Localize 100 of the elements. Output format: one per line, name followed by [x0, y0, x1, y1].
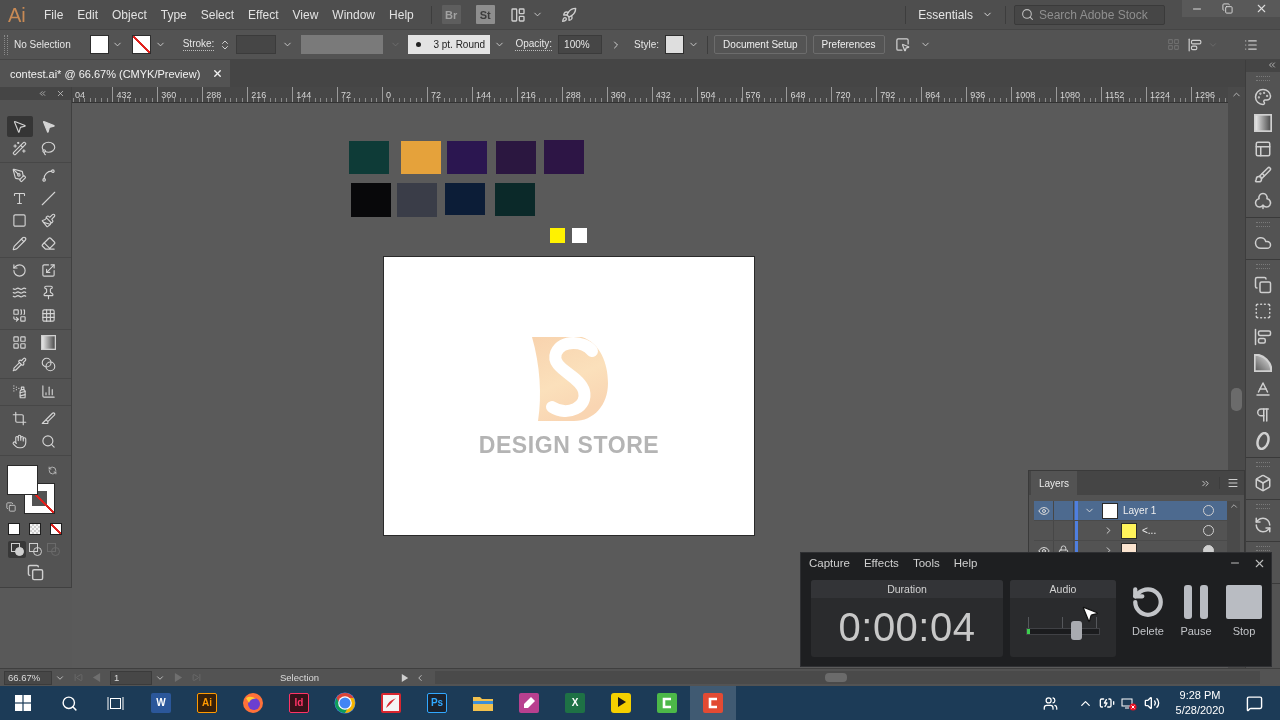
- stroke-weight-field[interactable]: [236, 35, 277, 54]
- width-profile-field[interactable]: [301, 35, 384, 54]
- slider-thumb[interactable]: [1071, 621, 1083, 640]
- cloud-icon[interactable]: [1254, 234, 1272, 252]
- menu-item[interactable]: Tools: [905, 557, 947, 569]
- grip-handle[interactable]: [1256, 504, 1270, 509]
- color-mode-button[interactable]: [8, 523, 20, 535]
- network-error-icon[interactable]: [1121, 695, 1137, 711]
- overlapping-squares-icon[interactable]: [1254, 276, 1272, 294]
- menu-item[interactable]: Window: [325, 3, 383, 26]
- taskbar-app-button[interactable]: X: [552, 686, 598, 720]
- stop-button[interactable]: Stop: [1221, 585, 1267, 637]
- document-setup-button[interactable]: Document Setup: [714, 35, 807, 54]
- artboard-number-field[interactable]: 1: [110, 670, 152, 685]
- four-panes-icon[interactable]: [15, 695, 31, 711]
- menu-item[interactable]: Object: [105, 3, 154, 26]
- workspace-switcher[interactable]: Essentials: [914, 7, 997, 22]
- menu-item[interactable]: Effects: [856, 557, 906, 569]
- overlapping-rectangles-icon[interactable]: [26, 564, 44, 581]
- ruler-label: 1080: [1060, 90, 1081, 100]
- panels-icon[interactable]: [1254, 140, 1272, 158]
- align-left-icon[interactable]: [1254, 328, 1272, 346]
- volume-icon[interactable]: [1144, 695, 1160, 711]
- volume-slider[interactable]: [1026, 615, 1100, 640]
- stroke-swatch[interactable]: [131, 35, 151, 54]
- pen-icon: [12, 168, 27, 184]
- collapse-icon[interactable]: [38, 89, 47, 98]
- layer-name: Layer 1: [1123, 505, 1157, 516]
- scroll-up-icon[interactable]: [1228, 501, 1239, 511]
- tool-button[interactable]: [6, 115, 33, 137]
- menu-item[interactable]: Edit: [70, 3, 106, 26]
- people-icon[interactable]: [1042, 695, 1058, 711]
- menu-item[interactable]: Effect: [241, 3, 286, 26]
- taskbar-app-button[interactable]: Ps: [414, 686, 460, 720]
- taskbar-app-button[interactable]: [690, 686, 736, 720]
- brush-dropdown[interactable]: 3 pt. Round: [408, 35, 491, 54]
- menu-icon[interactable]: [1244, 37, 1258, 52]
- scroll-thumb[interactable]: [825, 673, 848, 682]
- menu-icon[interactable]: [1227, 477, 1239, 489]
- draw-mode-button[interactable]: [26, 541, 44, 558]
- menu-item[interactable]: Type: [153, 3, 194, 26]
- preferences-button[interactable]: Preferences: [812, 35, 885, 54]
- grip-handle[interactable]: [1256, 76, 1270, 81]
- brush-icon[interactable]: [1254, 166, 1272, 184]
- layout-icon[interactable]: [509, 6, 526, 23]
- notification-icon[interactable]: [1245, 694, 1263, 712]
- menu-item[interactable]: File: [37, 3, 71, 26]
- circular-arrows-icon[interactable]: [1254, 516, 1272, 534]
- taskbar-app-button[interactable]: Ai: [184, 686, 230, 720]
- search-icon[interactable]: [60, 694, 78, 712]
- opacity-link[interactable]: Opacity:: [515, 38, 553, 51]
- zoom-field[interactable]: 66.67%: [4, 670, 52, 685]
- draw-mode-button[interactable]: [8, 541, 26, 558]
- scroll-thumb[interactable]: [1231, 388, 1242, 411]
- layer-row[interactable]: <...: [1034, 521, 1227, 541]
- clock-date[interactable]: 5/28/2020: [1175, 703, 1225, 718]
- pause-button[interactable]: Pause: [1173, 585, 1219, 637]
- palette-icon[interactable]: [1254, 88, 1272, 106]
- gradient-mode-button[interactable]: [29, 523, 41, 535]
- menu-item[interactable]: Help: [946, 557, 985, 569]
- fill-swatch[interactable]: [7, 465, 38, 495]
- close-icon[interactable]: [212, 68, 224, 79]
- select-similar-icon[interactable]: [894, 37, 910, 52]
- swap-icon[interactable]: [48, 466, 57, 475]
- document-tab[interactable]: contest.ai* @ 66.67% (CMYK/Preview): [0, 60, 231, 87]
- fill-swatch[interactable]: [89, 35, 109, 54]
- pilcrow-icon[interactable]: [1254, 406, 1272, 424]
- opacity-field[interactable]: 100%: [558, 35, 603, 54]
- play-icon[interactable]: [401, 673, 410, 682]
- crop-icon: [12, 411, 27, 427]
- clock-time[interactable]: 9:28 PM: [1179, 688, 1221, 703]
- grip-handle[interactable]: [1256, 546, 1270, 551]
- layers-tab[interactable]: Layers: [1031, 471, 1077, 495]
- grip-handle[interactable]: [1256, 264, 1270, 269]
- style-swatch[interactable]: [665, 35, 685, 54]
- menu-item[interactable]: View: [285, 3, 326, 26]
- dashed-square-icon[interactable]: [1254, 302, 1272, 320]
- collapse-icon[interactable]: [1267, 60, 1277, 70]
- battery-icon[interactable]: [1099, 695, 1115, 711]
- magnifier-icon: [41, 433, 56, 449]
- align-icon[interactable]: [1188, 37, 1202, 52]
- small-squares-icon[interactable]: [6, 502, 16, 512]
- rocket-icon[interactable]: [560, 6, 577, 23]
- close-icon[interactable]: [56, 89, 65, 98]
- menu-item[interactable]: Capture: [802, 557, 857, 569]
- letter-a-icon[interactable]: [1254, 380, 1272, 398]
- grip-handle[interactable]: [1256, 462, 1270, 467]
- task-view-icon[interactable]: [106, 695, 124, 711]
- club-icon[interactable]: [1254, 192, 1272, 210]
- menu-item[interactable]: Help: [382, 3, 421, 26]
- delete-button[interactable]: Delete: [1125, 585, 1171, 637]
- grip-handle[interactable]: [1256, 222, 1270, 227]
- none-mode-button[interactable]: [50, 523, 62, 535]
- taskbar-app-button[interactable]: Id: [276, 686, 322, 720]
- grip-handle[interactable]: [4, 34, 8, 55]
- menu-item[interactable]: Select: [193, 3, 242, 26]
- cube-icon[interactable]: [1254, 474, 1272, 492]
- layer-row[interactable]: Layer 1: [1034, 501, 1227, 521]
- stroke-link[interactable]: Stroke:: [182, 38, 215, 51]
- taskbar-app-button[interactable]: W: [138, 686, 184, 720]
